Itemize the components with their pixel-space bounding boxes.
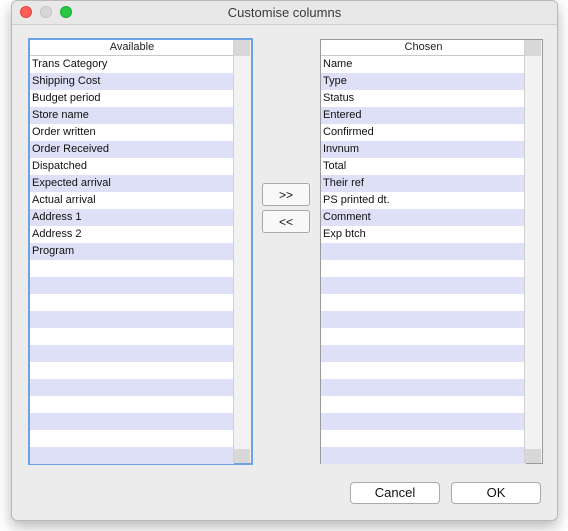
available-list-item[interactable]: Budget period bbox=[30, 90, 234, 107]
available-list-item[interactable]: Store name bbox=[30, 107, 234, 124]
ok-button[interactable]: OK bbox=[451, 482, 541, 504]
window-title: Customise columns bbox=[227, 5, 342, 20]
available-list-item[interactable] bbox=[30, 413, 234, 430]
chosen-list-item[interactable] bbox=[321, 362, 526, 379]
chosen-list-header: Chosen bbox=[321, 40, 526, 56]
chosen-list-item[interactable] bbox=[321, 328, 526, 345]
chosen-list-item[interactable] bbox=[321, 430, 526, 447]
chosen-list-item[interactable] bbox=[321, 260, 526, 277]
chosen-list-item[interactable]: Name bbox=[321, 56, 526, 73]
chosen-list-item[interactable]: Status bbox=[321, 90, 526, 107]
chosen-scrollbar-bottom bbox=[525, 449, 541, 463]
available-list-item[interactable]: Actual arrival bbox=[30, 192, 234, 209]
available-list-item[interactable] bbox=[30, 379, 234, 396]
title-bar: Customise columns bbox=[12, 1, 557, 25]
chosen-scrollbar-top bbox=[525, 40, 541, 56]
chosen-list-item[interactable] bbox=[321, 413, 526, 430]
available-list-item[interactable] bbox=[30, 328, 234, 345]
available-list-item[interactable]: Expected arrival bbox=[30, 175, 234, 192]
available-list-item[interactable] bbox=[30, 311, 234, 328]
available-list-item[interactable] bbox=[30, 430, 234, 447]
available-list-item[interactable]: Order written bbox=[30, 124, 234, 141]
available-list-item[interactable]: Order Received bbox=[30, 141, 234, 158]
chosen-list-item[interactable]: Comment bbox=[321, 209, 526, 226]
customise-columns-dialog: Customise columns Available Trans Catego… bbox=[11, 0, 558, 521]
chosen-list-item[interactable]: Entered bbox=[321, 107, 526, 124]
available-columns-list[interactable]: Available Trans Category Shipping Cost Bud… bbox=[28, 38, 253, 465]
chosen-list-item[interactable] bbox=[321, 379, 526, 396]
available-list-item[interactable] bbox=[30, 260, 234, 277]
available-list-item[interactable]: Trans Category bbox=[30, 56, 234, 73]
chosen-list-item[interactable] bbox=[321, 396, 526, 413]
chosen-list-item[interactable] bbox=[321, 294, 526, 311]
chosen-scrollbar[interactable] bbox=[524, 40, 542, 463]
available-list-header: Available bbox=[30, 40, 234, 56]
available-list-item[interactable] bbox=[30, 277, 234, 294]
chosen-list-item[interactable] bbox=[321, 311, 526, 328]
chosen-list-item[interactable] bbox=[321, 277, 526, 294]
add-column-button[interactable]: >> bbox=[262, 183, 310, 206]
available-scrollbar[interactable] bbox=[233, 40, 251, 463]
chosen-list-item[interactable]: Exp btch bbox=[321, 226, 526, 243]
remove-column-button[interactable]: << bbox=[262, 210, 310, 233]
chosen-list-item[interactable] bbox=[321, 243, 526, 260]
available-list-item[interactable] bbox=[30, 447, 234, 464]
chosen-columns-list[interactable]: Chosen Name Type Status Entered Confirmed Inv… bbox=[320, 39, 543, 464]
chosen-rows: Name Type Status Entered Confirmed Invnum Tota… bbox=[321, 56, 526, 464]
chosen-list-item[interactable]: Confirmed bbox=[321, 124, 526, 141]
available-list-item[interactable] bbox=[30, 362, 234, 379]
available-list-item[interactable]: Dispatched bbox=[30, 158, 234, 175]
available-rows: Trans Category Shipping Cost Budget period… bbox=[30, 56, 234, 464]
available-list-item[interactable]: Shipping Cost bbox=[30, 73, 234, 90]
chosen-list-item[interactable] bbox=[321, 447, 526, 464]
chosen-list-item[interactable]: Type bbox=[321, 73, 526, 90]
available-list-item[interactable]: Address 2 bbox=[30, 226, 234, 243]
chosen-list-item[interactable]: Invnum bbox=[321, 141, 526, 158]
chosen-list-item[interactable] bbox=[321, 345, 526, 362]
available-scrollbar-top bbox=[234, 40, 250, 56]
available-list-item[interactable]: Address 1 bbox=[30, 209, 234, 226]
available-scrollbar-bottom bbox=[234, 449, 250, 463]
available-list-item[interactable] bbox=[30, 345, 234, 362]
available-list-item[interactable]: Program bbox=[30, 243, 234, 260]
cancel-button[interactable]: Cancel bbox=[350, 482, 440, 504]
chosen-list-item[interactable]: PS printed dt. bbox=[321, 192, 526, 209]
available-list-item[interactable] bbox=[30, 396, 234, 413]
chosen-list-item[interactable]: Total bbox=[321, 158, 526, 175]
available-list-item[interactable] bbox=[30, 294, 234, 311]
chosen-list-item[interactable]: Their ref bbox=[321, 175, 526, 192]
